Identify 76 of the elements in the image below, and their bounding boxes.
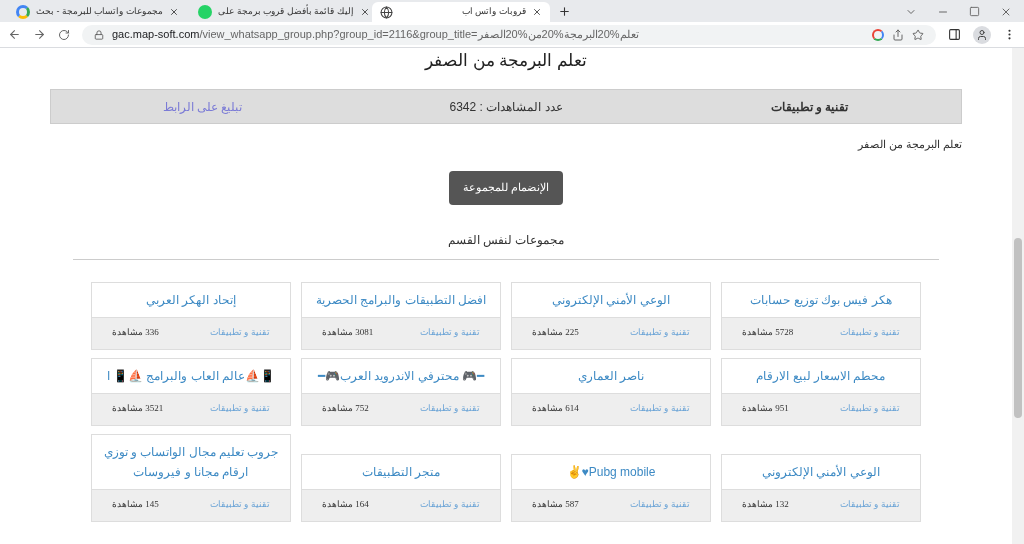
group-title[interactable]: جروب تعليم مجال الواتساب و توزي ارقام مجانا و فيروسات [92, 434, 290, 489]
join-button[interactable]: الإنضمام للمجموعة [449, 170, 563, 205]
group-title[interactable]: الوعي الأمني الإلكتروني [722, 454, 920, 489]
view-count: عدد المشاهدات : 6342 [448, 98, 564, 116]
group-views: 614 مشاهدة [532, 402, 579, 416]
back-icon[interactable] [8, 28, 21, 41]
group-category[interactable]: تقنية و تطبيقات [630, 326, 690, 340]
group-views: 5728 مشاهدة [742, 326, 794, 340]
group-views: 752 مشاهدة [322, 402, 369, 416]
group-title[interactable]: 📱⛵عالم العاب والبرامج ⛵📱 ا [92, 358, 290, 393]
group-views: 132 مشاهدة [742, 498, 789, 512]
report-link[interactable]: تبليغ على الرابط [51, 97, 355, 116]
group-title[interactable]: محطم الاسعار لبيع الارقام [722, 358, 920, 393]
group-views: 145 مشاهدة [112, 498, 159, 512]
close-icon[interactable] [359, 7, 370, 17]
group-title[interactable]: إتحاد الهكر العربي [92, 282, 290, 317]
page-title: تعلم البرمجة من الصفر [424, 50, 588, 73]
google-icon[interactable] [872, 28, 884, 41]
group-views: 225 مشاهدة [532, 326, 579, 340]
scrollbar[interactable] [1012, 48, 1024, 544]
group-category[interactable]: تقنية و تطبيقات [840, 498, 900, 512]
close-icon[interactable] [1000, 6, 1012, 18]
group-category[interactable]: تقنية و تطبيقات [210, 498, 270, 512]
maximize-icon[interactable] [969, 6, 980, 17]
group-views: 336 مشاهدة [112, 326, 159, 340]
browser-tab[interactable]: إليك قائمة بأفضل قروب برمجة على [190, 2, 368, 22]
reload-icon[interactable] [58, 28, 70, 41]
close-icon[interactable] [532, 7, 542, 17]
group-title[interactable]: متجر التطبيقات [302, 454, 500, 489]
group-views: 164 مشاهدة [322, 498, 369, 512]
group-description: تعلم البرمجة من الصفر [857, 137, 962, 153]
group-title[interactable]: ناصر العماري [512, 358, 710, 393]
browser-tab[interactable]: مجموعات واتساب للبرمجة - بحث [8, 2, 186, 22]
group-views: 951 مشاهدة [742, 402, 789, 416]
group-card[interactable]: جروب تعليم مجال الواتساب و توزي ارقام مجانا و فيروسات تقنية و تطبيقات 145 مشاهدة [91, 433, 291, 522]
new-tab-icon[interactable] [558, 5, 571, 18]
group-card[interactable]: هكر فيس بوك توزيع حسابات تقنية و تطبيقات 5728 مشاهدة [721, 281, 921, 350]
forward-icon[interactable] [33, 28, 46, 41]
group-title[interactable]: الوعي الأمني الإلكتروني [512, 282, 710, 317]
category-label: تقنية و تطبيقات [769, 98, 850, 116]
group-card[interactable]: افضل التطبيقات والبرامج الحصرية تقنية و تطبيقات 3081 مشاهدة [301, 281, 501, 350]
group-card[interactable]: الوعي الأمني الإلكتروني تقنية و تطبيقات 132 مشاهدة [721, 453, 921, 522]
group-card[interactable]: 📱⛵عالم العاب والبرامج ⛵📱 ا تقنية و تطبيقات 3521 مشاهدة [91, 357, 291, 426]
group-category[interactable]: تقنية و تطبيقات [420, 402, 480, 416]
group-card[interactable]: متجر التطبيقات تقنية و تطبيقات 164 مشاهدة [301, 453, 501, 522]
group-views: 587 مشاهدة [532, 498, 579, 512]
close-icon[interactable] [169, 7, 179, 17]
side-panel-icon[interactable] [948, 28, 961, 41]
group-category[interactable]: تقنية و تطبيقات [420, 326, 480, 340]
group-card[interactable]: ━🎮 محترفي الاندرويد العرب🎮━ تقنية و تطبيقات 752 مشاهدة [301, 357, 501, 426]
group-title[interactable]: Pubg mobile♥✌ [512, 454, 710, 489]
star-icon[interactable] [912, 28, 924, 41]
group-card[interactable]: ناصر العماري تقنية و تطبيقات 614 مشاهدة [511, 357, 711, 426]
group-category[interactable]: تقنية و تطبيقات [210, 326, 270, 340]
group-category[interactable]: تقنية و تطبيقات [630, 402, 690, 416]
group-card[interactable]: محطم الاسعار لبيع الارقام تقنية و تطبيقات 951 مشاهدة [721, 357, 921, 426]
google-icon [16, 5, 30, 19]
section-title: مجموعات لنفس القسم [447, 231, 565, 249]
group-views: 3521 مشاهدة [112, 402, 164, 416]
group-card[interactable]: الوعي الأمني الإلكتروني تقنية و تطبيقات 225 مشاهدة [511, 281, 711, 350]
group-views: 3081 مشاهدة [322, 326, 374, 340]
group-category[interactable]: تقنية و تطبيقات [840, 402, 900, 416]
group-card[interactable]: إتحاد الهكر العربي تقنية و تطبيقات 336 مشاهدة [91, 281, 291, 350]
lock-icon [94, 29, 104, 40]
group-category[interactable]: تقنية و تطبيقات [420, 498, 480, 512]
browser-tab[interactable]: قروبات واتس اب [372, 2, 550, 22]
group-category[interactable]: تقنية و تطبيقات [210, 402, 270, 416]
group-category[interactable]: تقنية و تطبيقات [840, 326, 900, 340]
group-category[interactable]: تقنية و تطبيقات [630, 498, 690, 512]
group-title[interactable]: افضل التطبيقات والبرامج الحصرية [302, 282, 500, 317]
share-icon[interactable] [892, 28, 904, 41]
group-title[interactable]: هكر فيس بوك توزيع حسابات [722, 282, 920, 317]
profile-icon[interactable] [973, 25, 991, 44]
chat-icon [198, 5, 212, 19]
globe-icon [380, 5, 393, 19]
group-title[interactable]: ━🎮 محترفي الاندرويد العرب🎮━ [302, 358, 500, 393]
